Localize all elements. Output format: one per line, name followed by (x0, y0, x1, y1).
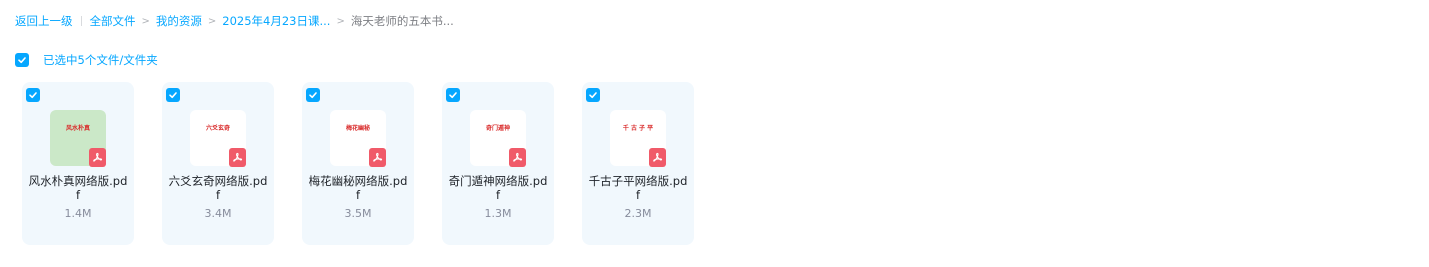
select-all-checkbox[interactable] (15, 53, 29, 67)
checkmark-icon (18, 57, 26, 64)
thumbnail-title: 奇门遁神 (485, 125, 510, 132)
file-grid: 风水朴真 风水朴真网络版.pdf 1.4M 六爻玄奇 六爻玄奇网络版.pdf 3… (22, 82, 722, 245)
file-name[interactable]: 风水朴真网络版.pdf (28, 174, 128, 202)
thumbnail-title: 千 古 子 平 (622, 125, 654, 132)
pdf-icon (89, 148, 106, 167)
file-size: 2.3M (624, 207, 652, 220)
breadcrumb-item-folder[interactable]: 2025年4月23日课... (222, 13, 330, 29)
file-size: 3.4M (204, 207, 232, 220)
thumbnail-title: 梅花幽秘 (345, 125, 370, 132)
file-name[interactable]: 梅花幽秘网络版.pdf (308, 174, 408, 202)
breadcrumb-item-my-resources[interactable]: 我的资源 (156, 13, 202, 29)
pdf-icon (509, 148, 526, 167)
checkmark-icon (169, 92, 177, 99)
breadcrumb-item-all-files[interactable]: 全部文件 (90, 13, 136, 29)
file-name[interactable]: 六爻玄奇网络版.pdf (168, 174, 268, 202)
breadcrumb-separator: > (207, 15, 217, 27)
file-checkbox[interactable] (166, 88, 180, 102)
file-checkbox[interactable] (26, 88, 40, 102)
file-size: 1.4M (64, 207, 92, 220)
pdf-icon (649, 148, 666, 167)
back-link[interactable]: 返回上一级 (15, 13, 73, 29)
file-card[interactable]: 风水朴真 风水朴真网络版.pdf 1.4M (22, 82, 134, 245)
file-card[interactable]: 千 古 子 平 千古子平网络版.pdf 2.3M (582, 82, 694, 245)
breadcrumb-separator: > (336, 15, 345, 27)
pdf-icon (369, 148, 386, 167)
file-card[interactable]: 奇门遁神 奇门遁神网络版.pdf 1.3M (442, 82, 554, 245)
checkmark-icon (449, 92, 457, 99)
file-size: 3.5M (344, 207, 372, 220)
breadcrumb: 返回上一级 全部文件 > 我的资源 > 2025年4月23日课... > 海天老… (15, 12, 454, 30)
file-checkbox[interactable] (586, 88, 600, 102)
file-checkbox[interactable] (446, 88, 460, 102)
selection-count-text: 已选中5个文件/文件夹 (43, 53, 158, 67)
thumbnail-title: 风水朴真 (65, 125, 90, 132)
file-card[interactable]: 梅花幽秘 梅花幽秘网络版.pdf 3.5M (302, 82, 414, 245)
pdf-icon (229, 148, 246, 167)
file-name[interactable]: 奇门遁神网络版.pdf (448, 174, 548, 202)
breadcrumb-item-current: 海天老师的五本书... (350, 14, 454, 28)
checkmark-icon (29, 92, 37, 99)
file-name[interactable]: 千古子平网络版.pdf (588, 174, 688, 202)
thumbnail-title: 六爻玄奇 (205, 125, 230, 132)
selection-bar: 已选中5个文件/文件夹 (15, 52, 158, 68)
file-checkbox[interactable] (306, 88, 320, 102)
breadcrumb-divider (80, 16, 82, 26)
checkmark-icon (589, 92, 597, 99)
breadcrumb-separator: > (141, 15, 150, 27)
checkmark-icon (309, 92, 317, 99)
file-card[interactable]: 六爻玄奇 六爻玄奇网络版.pdf 3.4M (162, 82, 274, 245)
file-size: 1.3M (484, 207, 512, 220)
